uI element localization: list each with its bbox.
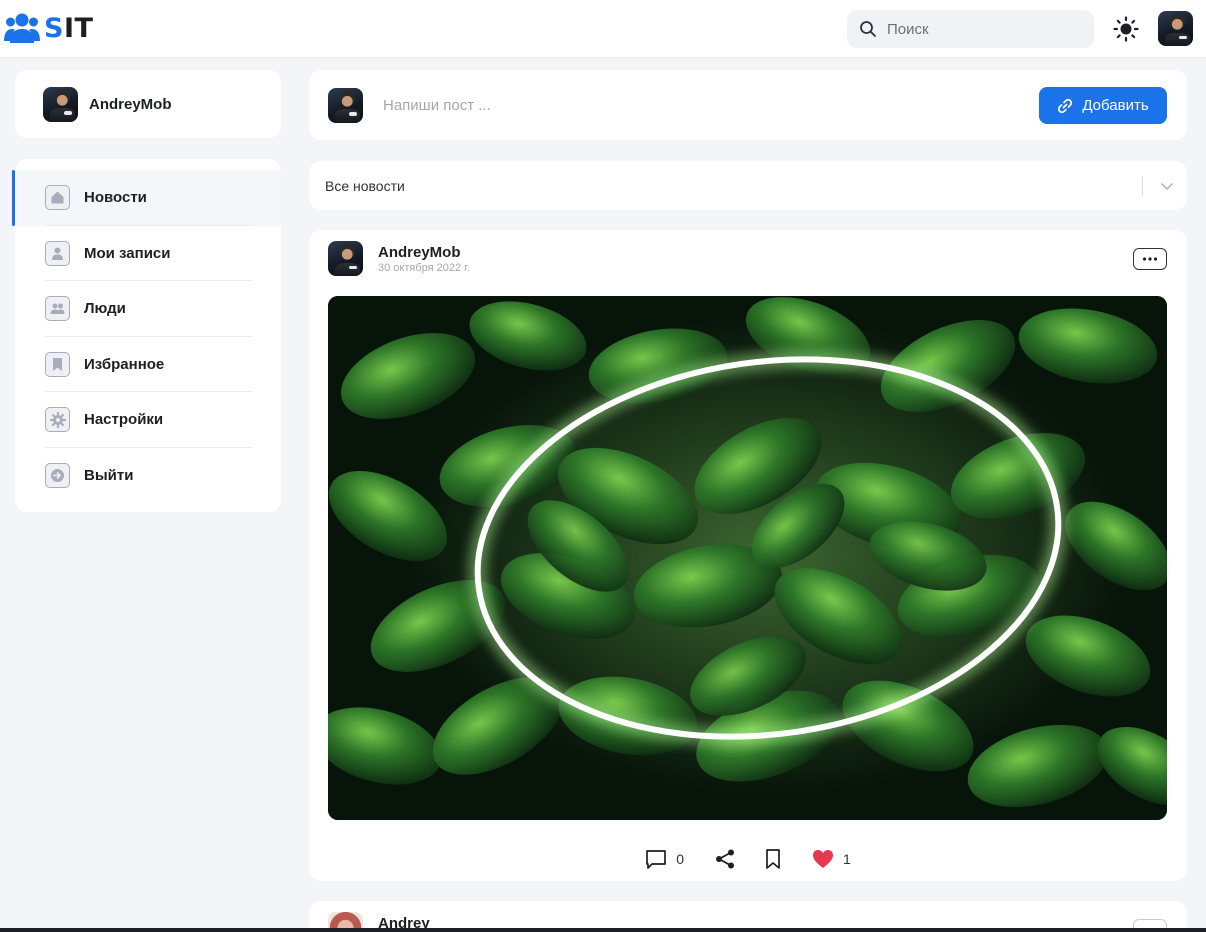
post-card: AndreyMob 30 октября 2022 г. 0 1 [309, 230, 1187, 881]
post-composer: Добавить [309, 70, 1187, 140]
plants-ring-image [328, 296, 1167, 820]
avatar[interactable] [328, 241, 363, 276]
post-image[interactable] [328, 296, 1167, 820]
avatar [328, 87, 363, 123]
taskbar-edge [0, 928, 1206, 932]
add-post-button[interactable]: Добавить [1039, 87, 1167, 124]
post-menu-button[interactable] [1133, 248, 1167, 270]
logout-icon [45, 462, 70, 488]
link-icon [1058, 98, 1073, 113]
search-icon [860, 21, 876, 37]
search-input[interactable] [887, 20, 1077, 38]
avatar-image [328, 241, 363, 276]
logo[interactable]: SIT [4, 10, 93, 46]
sidebar-item-label: Избранное [84, 355, 165, 373]
avatar [43, 86, 78, 122]
sidebar-item-label: Новости [84, 189, 147, 207]
gear-icon [45, 407, 70, 433]
post-date: 30 октября 2022 г. [378, 262, 470, 274]
avatar-image [328, 87, 363, 123]
avatar-image [1158, 11, 1193, 46]
sidebar-item-settings[interactable]: Настройки [15, 392, 281, 448]
sidebar-item-favorites[interactable]: Избранное [15, 337, 281, 392]
comment-count: 0 [676, 851, 684, 867]
logo-text: SIT [44, 13, 93, 44]
share-button[interactable] [714, 848, 736, 870]
top-header: SIT [0, 0, 1206, 58]
search-box[interactable] [847, 10, 1094, 48]
chevron-down-icon [1161, 183, 1173, 190]
people-logo-icon [4, 13, 40, 43]
sidebar-item-label: Люди [84, 300, 126, 318]
sun-icon [1113, 16, 1139, 42]
post-input[interactable] [383, 96, 983, 114]
theme-toggle-button[interactable] [1112, 15, 1140, 43]
post-author[interactable]: AndreyMob [378, 244, 461, 261]
sidebar-item-people[interactable]: Люди [15, 281, 281, 337]
sidebar-item-label: Мои записи [84, 244, 171, 262]
logo-text-blue: S [44, 12, 64, 44]
heart-icon [813, 850, 833, 868]
sidebar-item-label: Выйти [84, 466, 134, 484]
sidebar-item-news[interactable]: Новости [12, 170, 281, 226]
people-icon [45, 296, 70, 322]
sidebar-item-label: Настройки [84, 411, 164, 429]
more-icon [1142, 257, 1158, 261]
profile-card[interactable]: AndreyMob [15, 70, 281, 138]
sidebar-item-logout[interactable]: Выйти [15, 448, 281, 504]
like-button[interactable]: 1 [812, 849, 851, 869]
avatar-image [43, 86, 78, 122]
post-actions: 0 1 [309, 844, 1187, 874]
bookmark-icon [766, 849, 780, 869]
like-count: 1 [843, 851, 851, 867]
logo-text-dark: IT [63, 12, 94, 44]
sidebar-item-my-posts[interactable]: Мои записи [15, 226, 281, 281]
bookmark-icon [45, 351, 70, 377]
user-icon [45, 240, 70, 266]
filter-selected-value: Все новости [325, 177, 405, 194]
divider [1142, 176, 1143, 196]
add-post-label: Добавить [1082, 97, 1149, 114]
profile-username: AndreyMob [89, 95, 172, 113]
user-avatar[interactable] [1158, 11, 1193, 46]
bookmark-button[interactable] [764, 848, 782, 870]
comment-icon [646, 850, 667, 869]
share-icon [716, 849, 734, 869]
home-icon [45, 185, 70, 211]
comment-button[interactable]: 0 [645, 848, 684, 870]
news-filter-select[interactable]: Все новости [309, 161, 1187, 210]
sidebar-nav: Новости Мои записи Люди Избранное Настро… [12, 159, 281, 512]
